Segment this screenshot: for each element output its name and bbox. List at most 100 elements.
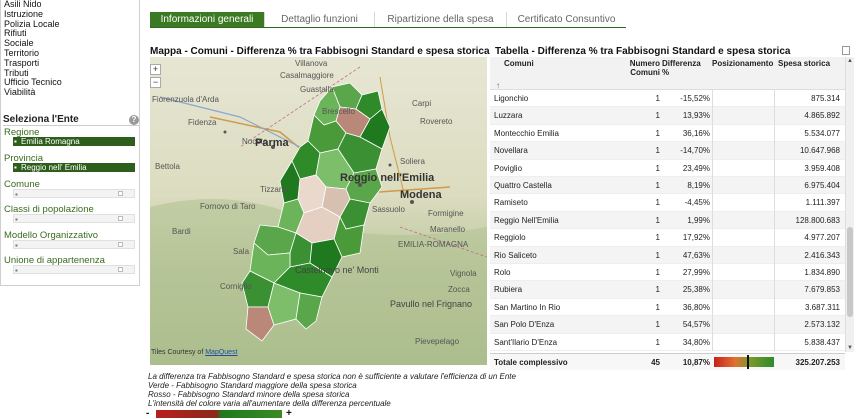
comune-position [712,316,775,334]
total-count: 45 [651,358,660,367]
comune-position [712,177,775,195]
table-row[interactable]: Luzzara 1 13,93% 4.865.892 [490,107,845,125]
category-list: Asili Nido Istruzione Polizia Locale Rif… [4,0,62,98]
map-attribution: Tiles Courtesy of MapQuest [151,349,238,356]
checkbox-icon[interactable] [118,267,123,272]
comune-count: 1 [655,146,660,156]
sidebar-panel: Asili Nido Istruzione Polizia Locale Rif… [0,0,140,286]
comune-position [712,211,775,230]
total-spesa: 325.207.253 [795,358,841,367]
table-row[interactable]: Reggiolo 1 17,92% 4.977.207 [490,229,845,247]
comune-spesa: 3.959.408 [804,163,840,173]
tab-certificato-consuntivo[interactable]: Certificato Consuntivo [506,12,626,27]
bullet-icon: ▪ [14,163,17,172]
comune-count: 1 [655,181,660,190]
scroll-down-icon[interactable]: ▼ [846,344,854,352]
table-row[interactable]: Rio Saliceto 1 47,63% 2.416.343 [490,246,845,264]
table-row[interactable]: Ligonchio 1 -15,52% 875.314 [490,90,845,108]
export-icon[interactable] [842,46,850,55]
comune-diff: 27,99% [682,268,710,277]
comune-count: 1 [655,337,660,347]
comune-name: Reggio Nell'Emilia [494,215,559,225]
tab-ripartizione-spesa[interactable]: Ripartizione della spesa [374,12,506,27]
comune-position [712,333,775,351]
checkbox-icon[interactable] [118,216,123,221]
map-label: Guastalla [300,85,334,94]
unione-filter[interactable]: ▪ [13,265,135,275]
comune-spesa: 4.977.207 [804,233,840,243]
table-row[interactable]: Rolo 1 27,99% 1.834.890 [490,264,845,282]
map-label: Reggio nell'Emilia [340,172,435,184]
comune-position [712,124,775,143]
comune-count: 1 [655,198,660,208]
table-title: Tabella - Differenza % tra Fabbisogni St… [495,46,791,57]
map-label: Bettola [155,162,180,171]
map-label: Soliera [400,157,425,166]
comune-spesa: 5.838.437 [804,337,840,347]
modello-filter[interactable]: ▪ [13,240,135,250]
bullet-icon: ▪ [15,241,18,250]
table-row[interactable]: Rubiera 1 25,38% 7.679.853 [490,281,845,299]
scroll-up-icon[interactable]: ▲ [846,57,854,65]
regione-filter[interactable]: ▪ Emilia Romagna [13,137,135,146]
mapquest-link[interactable]: MapQuest [205,349,237,356]
legend-gradient [156,410,282,418]
sort-arrow-icon[interactable]: ↑ [496,81,500,90]
table-row[interactable]: Poviglio 1 23,49% 3.959.408 [490,159,845,177]
comune-diff: 47,63% [682,250,710,260]
comune-spesa: 1.834.890 [804,268,840,277]
comune-position [712,298,775,317]
map-view[interactable]: Villanova Casalmaggiore Fiorenzuola d'Ar… [150,57,487,365]
scroll-thumb[interactable] [847,227,853,317]
table-row[interactable]: Quattro Castella 1 8,19% 6.975.404 [490,177,845,195]
comune-diff: 36,80% [682,302,710,312]
table-row[interactable]: San Polo D'Enza 1 54,57% 2.573.132 [490,316,845,334]
col-numero[interactable]: Numero Comuni [624,59,660,77]
comune-position [712,194,775,212]
table-body: Ligonchio 1 -15,52% 875.314 Luzzara 1 13,93% 4.… [490,90,845,352]
checkbox-icon[interactable] [118,191,123,196]
bullet-icon: ▪ [15,215,18,224]
tab-informazioni-generali[interactable]: Informazioni generali [150,12,264,27]
comune-diff: 34,80% [682,337,710,347]
total-label: Totale complessivo [494,358,568,367]
comune-count: 1 [655,320,660,330]
col-posizionamento[interactable]: Posizionamento [712,59,773,68]
help-icon[interactable]: ? [129,115,139,125]
comune-filter[interactable]: ▪ [13,189,135,199]
table-row[interactable]: Sant'Ilario D'Enza 1 34,80% 5.838.437 [490,333,845,351]
comune-count: 1 [655,163,660,173]
table-row[interactable]: San Martino In Rio 1 36,80% 3.687.311 [490,298,845,317]
comune-spesa: 3.687.311 [805,302,840,312]
comune-name: Rubiera [494,285,523,295]
map-label: Fiorenzuola d'Arda [152,95,219,104]
zoom-out-button[interactable]: − [150,77,161,88]
sidebar: Asili Nido Istruzione Polizia Locale Rif… [0,0,142,419]
comune-count: 1 [655,128,660,138]
comune-position [712,246,775,264]
table-row[interactable]: Montecchio Emilia 1 36,16% 5.534.077 [490,124,845,143]
map-label: Zocca [448,285,470,294]
col-comuni[interactable]: Comuni [504,59,534,68]
comune-position [712,281,775,299]
table-scrollbar[interactable]: ▲ ▼ [845,57,854,352]
table-row[interactable]: Reggio Nell'Emilia 1 1,99% 128.800.683 [490,211,845,230]
provincia-filter[interactable]: ▪ Reggio nell' Emilia [13,163,135,172]
zoom-in-button[interactable]: + [150,64,161,75]
col-differenza[interactable]: Differenza % [662,59,701,77]
comune-count: 1 [655,302,660,312]
checkbox-icon[interactable] [118,242,123,247]
col-spesa[interactable]: Spesa storica [778,59,830,68]
comune-diff: 17,92% [682,233,710,243]
table-row[interactable]: Novellara 1 -14,70% 10.647.968 [490,142,845,160]
regione-value: Emilia Romagna [21,137,80,146]
classi-filter[interactable]: ▪ [13,214,135,224]
table-row[interactable]: Ramiseto 1 -4,45% 1.111.397 [490,194,845,212]
note-line: Verde - Fabbisogno Standard maggiore del… [148,381,357,390]
comune-name: San Martino In Rio [494,302,561,312]
comune-spesa: 6.975.404 [804,181,840,190]
comune-count: 1 [655,94,660,103]
comune-count: 1 [655,111,660,121]
tab-dettaglio-funzioni[interactable]: Dettaglio funzioni [264,12,374,27]
category-item[interactable]: Viabilità [4,87,62,98]
